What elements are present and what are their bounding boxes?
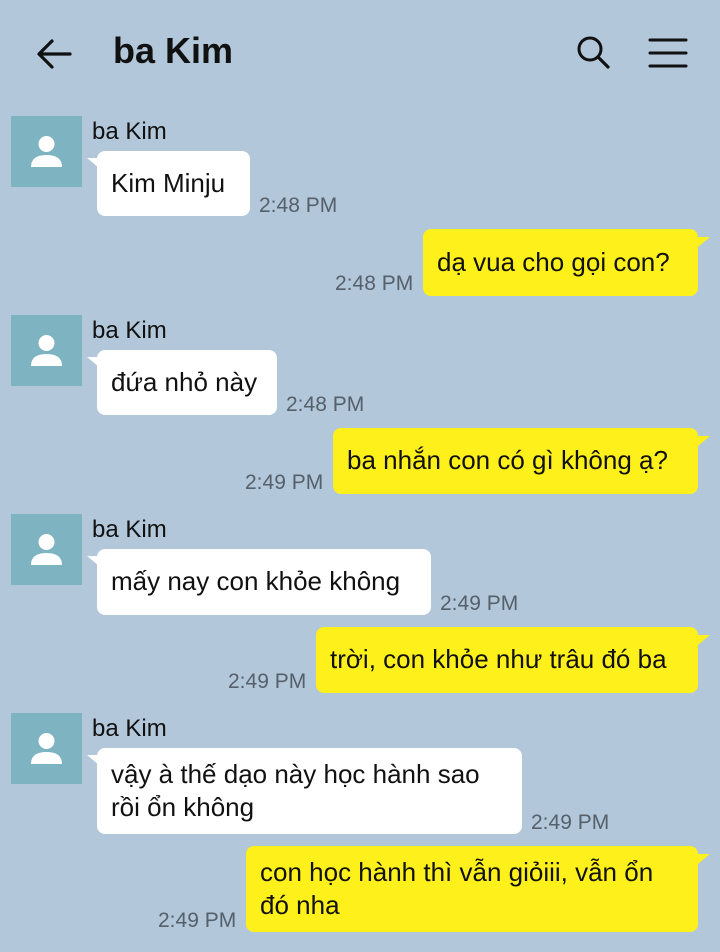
- message-bubble-outgoing[interactable]: dạ vua cho gọi con?: [423, 229, 698, 296]
- message-text: trời, con khỏe như trâu đó ba: [330, 644, 667, 674]
- message-time: 2:49 PM: [440, 592, 519, 615]
- message-bubble-incoming[interactable]: Kim Minju: [97, 151, 250, 216]
- sender-name: ba Kim: [92, 516, 167, 543]
- message-text: đứa nhỏ này: [111, 367, 258, 397]
- message-text: Kim Minju: [111, 168, 226, 198]
- message-text: mấy nay con khỏe không: [111, 566, 401, 596]
- bubble-tail: [698, 635, 710, 645]
- message-time: 2:48 PM: [335, 272, 414, 295]
- chat-header: ba Kim: [0, 0, 720, 105]
- message-time: 2:49 PM: [228, 670, 307, 693]
- message-time: 2:49 PM: [245, 471, 324, 494]
- avatar[interactable]: [11, 514, 82, 585]
- avatar[interactable]: [11, 315, 82, 386]
- message-text-line: vậy à thế dạo này học hành sao: [111, 759, 480, 789]
- message-bubble-outgoing[interactable]: ba nhắn con có gì không ạ?: [333, 428, 698, 494]
- menu-icon: [648, 38, 688, 68]
- user-icon: [31, 335, 62, 366]
- message-time: 2:48 PM: [286, 393, 365, 416]
- message-bubble-outgoing[interactable]: trời, con khỏe như trâu đó ba: [316, 627, 698, 693]
- search-icon: [577, 36, 610, 69]
- message-time: 2:49 PM: [158, 909, 237, 932]
- message-text-line: rồi ổn không: [111, 792, 255, 822]
- sender-name: ba Kim: [92, 118, 167, 145]
- bubble-tail: [698, 436, 710, 446]
- arrow-left-icon: [37, 39, 72, 69]
- message-time: 2:48 PM: [259, 194, 338, 217]
- menu-button[interactable]: [646, 33, 690, 73]
- message-text-line: con học hành thì vẫn giỏiii, vẫn ổn: [260, 857, 654, 887]
- sender-name: ba Kim: [92, 715, 167, 742]
- avatar[interactable]: [11, 713, 82, 784]
- bubble-tail: [698, 854, 710, 864]
- user-icon: [31, 733, 62, 764]
- message-text: dạ vua cho gọi con?: [437, 247, 670, 277]
- message-text: ba nhắn con có gì không ạ?: [347, 445, 668, 475]
- user-icon: [31, 136, 62, 167]
- search-button[interactable]: [573, 33, 613, 73]
- chat-title: ba Kim: [113, 30, 234, 71]
- sender-name: ba Kim: [92, 317, 167, 344]
- user-icon: [31, 534, 62, 565]
- message-bubble-incoming[interactable]: vậy à thế dạo này học hành sao rồi ổn kh…: [97, 748, 522, 834]
- message-bubble-incoming[interactable]: mấy nay con khỏe không: [97, 549, 431, 615]
- message-time: 2:49 PM: [531, 811, 610, 834]
- message-bubble-incoming[interactable]: đứa nhỏ này: [97, 350, 277, 415]
- message-bubble-outgoing[interactable]: con học hành thì vẫn giỏiii, vẫn ổn đó n…: [246, 846, 698, 932]
- back-button[interactable]: [34, 34, 74, 74]
- avatar[interactable]: [11, 116, 82, 187]
- message-text-line: đó nha: [260, 890, 340, 920]
- bubble-tail: [698, 237, 710, 247]
